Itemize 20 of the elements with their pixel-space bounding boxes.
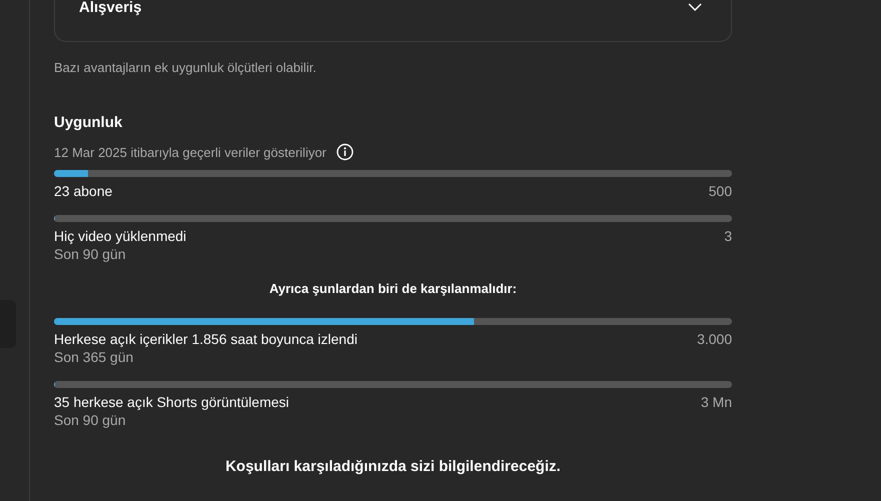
metric-target: 3.000 xyxy=(696,331,732,348)
metric-period: Son 90 gün xyxy=(54,411,127,429)
metric-label: Herkese açık içerikler 1.856 saat boyunca izlendi xyxy=(54,331,358,348)
metric-period: Son 90 gün xyxy=(54,245,127,263)
metric-period: Son 365 gün xyxy=(54,348,134,366)
alternative-heading: Ayrıca şunlardan biri de karşılanmalıdır: xyxy=(268,281,518,296)
metric-label: 35 herkese açık Shorts görüntülemesi xyxy=(54,394,290,411)
note-text: Bazı avantajların ek uygunluk ölçütleri olabilir. xyxy=(54,60,318,76)
category-card[interactable]: Alışveriş xyxy=(54,0,732,42)
section-title: Uygunluk xyxy=(54,114,124,132)
category-title: Alışveriş xyxy=(79,0,142,16)
chevron-icon[interactable] xyxy=(688,3,702,11)
info-icon[interactable] xyxy=(336,143,354,161)
metric-label: 23 abone xyxy=(54,183,112,200)
data-date-text: 12 Mar 2025 itibarıyla geçerli veriler gösteriliyor xyxy=(54,144,326,160)
metric-target: 500 xyxy=(708,183,732,200)
footer-text: Koşulları karşıladığınızda sizi bilgilendireceğiz. xyxy=(224,458,562,475)
metric-target: 3 xyxy=(724,228,732,245)
metric-target: 3 Mn xyxy=(700,394,732,411)
metric-label: Hiç video yüklenmedi xyxy=(54,228,186,245)
